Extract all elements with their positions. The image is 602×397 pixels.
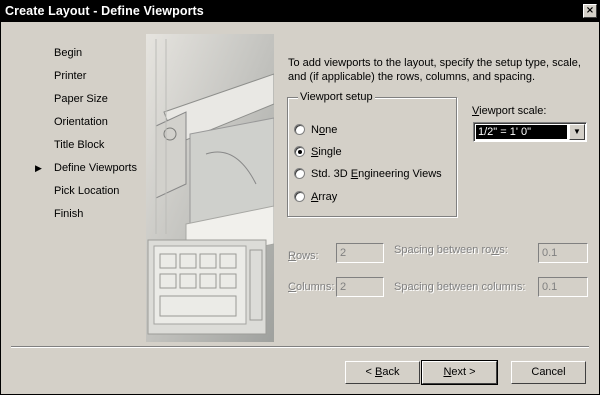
option-text: Std. 3D [311,168,351,180]
step-printer: Printer [54,70,87,82]
row-spacing-label: Spacing between rows: [394,244,508,256]
radio-none[interactable]: None [294,124,337,140]
cancel-button[interactable]: Cancel [511,361,586,384]
rows-input[interactable]: 2 [336,243,384,263]
step-finish: Finish [54,208,84,220]
button-text: ack [382,366,400,378]
footer-divider [11,346,589,348]
viewport-setup-legend: Viewport setup [298,91,375,103]
button-text: < [365,366,375,378]
columns-input[interactable]: 2 [336,277,384,297]
step-paper-size: Paper Size [54,93,108,105]
step-begin: Begin [54,47,83,59]
column-spacing-input[interactable]: 0.1 [538,277,588,297]
radio-array[interactable]: Array [294,191,337,207]
label-access-key: w [491,244,500,256]
plotter-art-icon [146,34,274,342]
viewport-scale-label: Viewport scale: [472,105,546,117]
radio-unchecked-icon [294,191,305,202]
viewport-scale-value: 1/2" = 1' 0" [476,125,567,139]
button-text: ext > [451,366,476,378]
step-title-block: Title Block [54,139,105,151]
radio-single[interactable]: Single [294,146,342,162]
viewport-scale-select[interactable]: 1/2" = 1' 0" ▼ [473,122,587,142]
dialog-window: Create Layout - Define Viewports × Begin… [0,0,600,395]
radio-unchecked-icon [294,124,305,135]
option-text: rray [318,191,338,203]
radio-std-3d-engineering-views[interactable]: Std. 3D Engineering Views [294,168,442,184]
back-button[interactable]: < Back [345,361,420,384]
window-title: Create Layout - Define Viewports [5,4,204,18]
option-text: ngineering Views [358,168,442,180]
label-access-key: C [288,281,296,293]
option-access-key: E [350,168,359,180]
next-button[interactable]: Next > [421,360,498,385]
step-define-viewports: ▶ Define Viewports [35,160,137,176]
title-bar[interactable]: Create Layout - Define Viewports × [1,1,599,22]
plotter-illustration [146,34,274,342]
close-icon[interactable]: × [583,4,597,18]
label-text: olumns: [295,281,335,293]
option-text: ne [325,124,338,136]
column-spacing-label: Spacing between columns: [394,281,526,293]
instructions-text: To add viewports to the layout, specify … [288,57,581,83]
current-step-arrow-icon: ▶ [35,163,42,173]
radio-checked-icon [294,146,305,157]
option-text: ingle [318,146,342,158]
chevron-down-icon[interactable]: ▼ [569,124,585,140]
radio-unchecked-icon [294,168,305,179]
step-pick-location: Pick Location [54,185,120,197]
label-text: Spacing between ro [394,244,492,256]
rows-label: Rows: [288,250,319,262]
label-text: ows: [295,250,319,262]
row-spacing-input[interactable]: 0.1 [538,243,588,263]
label-text: s: [499,244,508,256]
step-orientation: Orientation [54,116,108,128]
columns-label: Columns: [288,281,334,293]
option-text: N [311,124,319,136]
step-label: Define Viewports [54,162,137,174]
label-access-key: R [288,250,296,262]
label-text: iewport scale: [479,105,547,117]
